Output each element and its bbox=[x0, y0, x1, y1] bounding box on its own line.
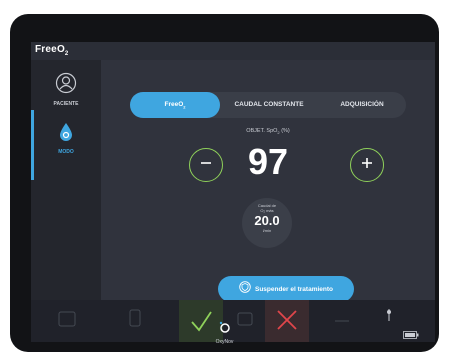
logo-icon bbox=[219, 320, 231, 337]
tablet-frame: FreeO2 PACIENTE MODO FreeO2 CAUDAL CONST… bbox=[10, 14, 439, 352]
sidebar-item-label: MODO bbox=[58, 149, 74, 155]
flow-unit: l/min bbox=[262, 228, 272, 233]
tab-adquisicion[interactable]: ADQUISICIÓN bbox=[318, 92, 406, 118]
oxygen-drop-icon bbox=[58, 123, 74, 146]
sidebar-item-modo[interactable]: MODO bbox=[31, 110, 101, 180]
spo2-target-value: 97 bbox=[247, 141, 289, 182]
increase-button[interactable] bbox=[350, 148, 384, 182]
objective-label: OBJET. SpO2 (%) bbox=[246, 128, 290, 136]
sidebar-item-paciente[interactable]: PACIENTE bbox=[31, 72, 101, 107]
flow-value: 20.0 bbox=[254, 213, 280, 228]
brand-logo: OxyNov bbox=[10, 320, 439, 345]
app-screen: FreeO2 PACIENTE MODO FreeO2 CAUDAL CONST… bbox=[31, 42, 435, 342]
flow-readout: Caudal de O₂ más 20.0 l/min bbox=[242, 198, 292, 248]
shield-icon bbox=[239, 280, 251, 298]
main-panel: FreeO2 CAUDAL CONSTANTE ADQUISICIÓN OBJE… bbox=[101, 60, 435, 302]
brand-name: OxyNov bbox=[215, 339, 234, 345]
tab-caudal-constante[interactable]: CAUDAL CONSTANTE bbox=[222, 92, 316, 118]
patient-icon bbox=[55, 72, 77, 98]
mode-tabs: FreeO2 CAUDAL CONSTANTE ADQUISICIÓN bbox=[130, 92, 406, 118]
suspend-treatment-button[interactable]: Suspender el tratamiento bbox=[218, 276, 354, 302]
plus-icon bbox=[360, 156, 374, 175]
sidebar-item-label: PACIENTE bbox=[53, 101, 79, 107]
app-title: FreeO2 bbox=[35, 44, 69, 57]
sidebar: PACIENTE MODO bbox=[31, 60, 101, 300]
tab-freeo2[interactable]: FreeO2 bbox=[130, 92, 220, 118]
suspend-treatment-label: Suspender el tratamiento bbox=[254, 285, 334, 293]
